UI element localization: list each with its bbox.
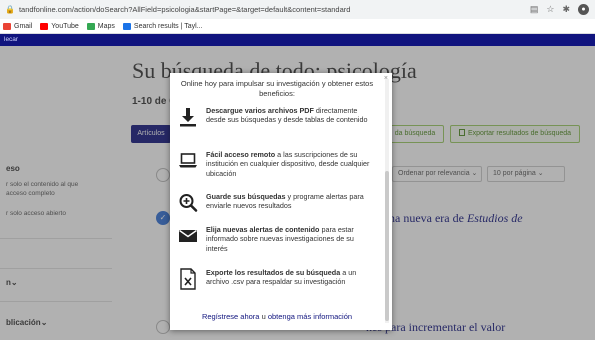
bookmark-search-results[interactable]: Search results | Tayl... (122, 22, 203, 30)
register-link[interactable]: Regístrese ahora (202, 312, 260, 321)
youtube-icon (40, 22, 49, 30)
modal-footer: Regístrese ahora u obtenga más informaci… (201, 312, 353, 321)
profile-avatar[interactable]: ● (578, 4, 589, 15)
modal-intro-text: Online hoy para impulsar su investigació… (180, 79, 374, 98)
lock-icon: 🔒 (5, 5, 15, 14)
bookmark-youtube[interactable]: YouTube (40, 22, 79, 30)
address-bar[interactable]: 🔒 tandfonline.com/action/doSearch?AllFie… (0, 0, 595, 19)
envelope-icon (179, 229, 197, 242)
download-icon (180, 108, 196, 127)
feature-export-csv: Exporte los resultados de su búsqueda a … (178, 268, 378, 308)
feature-remote-access: Fácil acceso remoto a las suscripciones … (178, 150, 378, 190)
maps-icon (86, 22, 95, 30)
bookmark-gmail[interactable]: Gmail (3, 22, 32, 30)
laptop-icon (179, 153, 197, 168)
bookmark-maps[interactable]: Maps (86, 22, 115, 30)
more-info-link[interactable]: obtenga más información (268, 312, 352, 321)
bookmarks-bar: Gmail YouTube Maps Search results | Tayl… (0, 19, 595, 34)
scroll-thumb[interactable] (385, 171, 389, 321)
taylor-francis-icon (122, 22, 131, 30)
browser-toolbar: ▤ ☆ ✱ ● (530, 4, 589, 15)
extension-icon[interactable]: ▤ (530, 4, 539, 15)
site-top-bar: lecar (0, 34, 595, 46)
search-plus-icon (179, 194, 198, 212)
site-bar-link[interactable]: lecar (4, 36, 18, 43)
csv-file-icon (180, 268, 196, 290)
url-text[interactable]: tandfonline.com/action/doSearch?AllField… (19, 5, 439, 14)
modal-scrollbar[interactable] (385, 79, 389, 323)
benefits-modal: × Online hoy para impulsar su investigac… (170, 73, 392, 330)
gmail-icon (3, 22, 11, 30)
feature-download: Descargue varios archivos PDF directamen… (178, 106, 378, 146)
feature-content-alerts: Elija nuevas alertas de contenido para e… (178, 225, 378, 265)
star-icon[interactable]: ☆ (546, 4, 554, 15)
puzzle-icon[interactable]: ✱ (562, 4, 570, 15)
